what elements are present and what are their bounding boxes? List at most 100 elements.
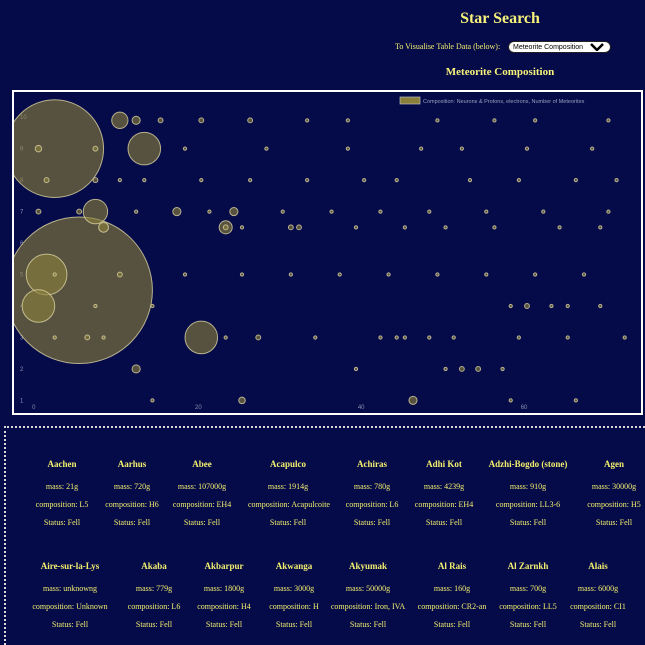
- data-bubble[interactable]: [467, 177, 473, 183]
- data-bubble[interactable]: [459, 146, 464, 151]
- data-bubble[interactable]: [82, 198, 109, 225]
- data-bubble[interactable]: [131, 364, 141, 374]
- data-bubble[interactable]: [296, 224, 302, 231]
- data-bubble[interactable]: [157, 117, 164, 124]
- data-bubble[interactable]: [524, 146, 530, 151]
- data-bubble[interactable]: [590, 146, 595, 151]
- data-bubble[interactable]: [182, 272, 188, 277]
- data-bubble[interactable]: [598, 303, 603, 309]
- data-bubble[interactable]: [142, 177, 147, 183]
- data-bubble[interactable]: [394, 177, 399, 183]
- data-bubble[interactable]: [362, 177, 367, 183]
- data-bubble[interactable]: [305, 177, 310, 183]
- data-bubble[interactable]: [84, 334, 91, 341]
- bubble-chart[interactable]: Composition: Neurons & Protons, electron…: [14, 92, 641, 413]
- data-bubble[interactable]: [35, 208, 42, 215]
- data-bubble[interactable]: [492, 118, 497, 123]
- data-bubble[interactable]: [345, 146, 350, 151]
- data-bubble[interactable]: [458, 365, 465, 372]
- data-bubble[interactable]: [500, 366, 505, 372]
- data-bubble[interactable]: [52, 272, 57, 277]
- data-bubble[interactable]: [451, 335, 456, 340]
- data-bubble[interactable]: [255, 334, 262, 341]
- data-bubble[interactable]: [134, 209, 139, 214]
- data-bubble[interactable]: [76, 208, 83, 215]
- data-bubble[interactable]: [484, 209, 489, 214]
- data-bubble[interactable]: [443, 366, 448, 372]
- data-bubble[interactable]: [565, 335, 570, 340]
- data-bubble[interactable]: [116, 271, 123, 278]
- data-bubble[interactable]: [337, 272, 342, 277]
- data-bubble[interactable]: [541, 209, 546, 214]
- data-bubble[interactable]: [52, 335, 57, 340]
- data-bubble[interactable]: [557, 225, 562, 230]
- data-bubble[interactable]: [573, 398, 578, 403]
- data-bubble[interactable]: [516, 177, 521, 183]
- data-bubble[interactable]: [345, 118, 350, 123]
- data-bubble[interactable]: [435, 272, 440, 277]
- data-bubble[interactable]: [606, 209, 611, 214]
- data-bubble[interactable]: [427, 209, 432, 214]
- data-bubble[interactable]: [264, 146, 269, 151]
- data-bubble[interactable]: [614, 177, 619, 183]
- data-bubble[interactable]: [280, 209, 285, 214]
- data-bubble[interactable]: [353, 366, 359, 372]
- data-bubble[interactable]: [248, 177, 253, 183]
- data-bubble[interactable]: [238, 396, 246, 405]
- data-bubble[interactable]: [353, 225, 359, 230]
- data-bubble[interactable]: [172, 207, 182, 217]
- data-bubble[interactable]: [182, 146, 188, 151]
- data-bubble[interactable]: [239, 225, 245, 230]
- data-bubble[interactable]: [21, 289, 56, 323]
- data-bubble[interactable]: [402, 335, 407, 340]
- data-bubble[interactable]: [223, 335, 228, 340]
- data-bubble[interactable]: [581, 272, 587, 277]
- data-bubble[interactable]: [484, 272, 489, 277]
- data-bubble[interactable]: [34, 144, 43, 153]
- data-bubble[interactable]: [207, 209, 212, 214]
- data-bubble[interactable]: [549, 303, 554, 309]
- data-bubble[interactable]: [98, 221, 109, 233]
- data-bubble[interactable]: [313, 335, 318, 340]
- data-bubble[interactable]: [533, 118, 538, 123]
- data-bubble[interactable]: [247, 117, 254, 124]
- visualise-select[interactable]: Meteorite Composition: [508, 41, 611, 53]
- data-bubble[interactable]: [394, 335, 399, 340]
- data-bubble[interactable]: [184, 320, 219, 355]
- data-bubble[interactable]: [25, 253, 68, 296]
- data-bubble[interactable]: [378, 335, 383, 340]
- data-bubble[interactable]: [199, 177, 204, 183]
- data-bubble[interactable]: [150, 398, 155, 403]
- data-bubble[interactable]: [419, 146, 424, 151]
- data-bubble[interactable]: [408, 395, 418, 405]
- data-bubble[interactable]: [127, 131, 162, 166]
- data-bubble[interactable]: [288, 272, 293, 277]
- data-bubble[interactable]: [524, 303, 530, 309]
- data-bubble[interactable]: [622, 335, 627, 340]
- data-bubble[interactable]: [378, 209, 383, 214]
- data-bubble[interactable]: [427, 335, 432, 340]
- data-bubble[interactable]: [93, 303, 98, 309]
- data-bubble[interactable]: [435, 118, 440, 123]
- data-bubble[interactable]: [443, 225, 448, 230]
- data-bubble[interactable]: [222, 224, 229, 231]
- data-bubble[interactable]: [131, 115, 141, 125]
- data-bubble[interactable]: [287, 224, 294, 231]
- data-bubble[interactable]: [239, 272, 245, 277]
- data-bubble[interactable]: [508, 398, 513, 403]
- data-bubble[interactable]: [573, 177, 578, 183]
- data-bubble[interactable]: [117, 177, 122, 183]
- data-bubble[interactable]: [14, 99, 105, 198]
- data-bubble[interactable]: [402, 225, 407, 230]
- data-bubble[interactable]: [101, 335, 106, 340]
- data-bubble[interactable]: [508, 303, 513, 309]
- data-bubble[interactable]: [92, 145, 99, 152]
- data-bubble[interactable]: [43, 177, 50, 184]
- data-bubble[interactable]: [386, 272, 391, 277]
- data-bubble[interactable]: [229, 207, 239, 217]
- data-bubble[interactable]: [198, 117, 205, 124]
- data-bubble[interactable]: [111, 111, 129, 129]
- data-bubble[interactable]: [516, 335, 521, 340]
- data-bubble[interactable]: [305, 118, 310, 123]
- data-bubble[interactable]: [150, 303, 155, 309]
